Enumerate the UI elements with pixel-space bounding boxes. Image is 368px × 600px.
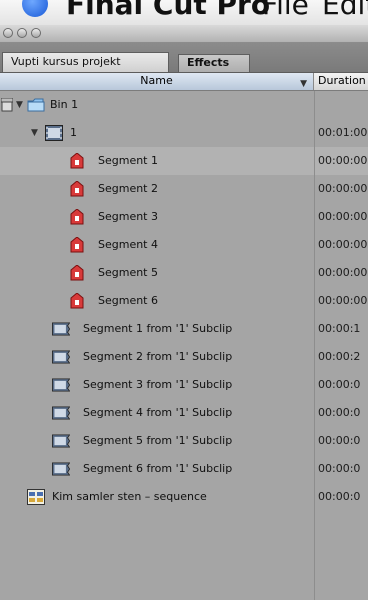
list-item-subclip[interactable]: Segment 1 from '1' Subclip 00:00:1 — [0, 315, 368, 343]
list-item-subclip[interactable]: Segment 3 from '1' Subclip 00:00:0 — [0, 371, 368, 399]
list-item-marker[interactable]: Segment 5 00:00:00 — [0, 259, 368, 287]
subclip-icon — [52, 322, 70, 336]
item-duration: 00:00:00 — [318, 182, 368, 195]
minimize-window-button[interactable] — [17, 28, 27, 38]
item-label: Bin 1 — [50, 98, 79, 111]
tab-effects[interactable]: Effects — [178, 54, 250, 72]
subclip-icon — [52, 434, 70, 448]
duration-column-header[interactable]: Duration — [318, 73, 366, 89]
folder-icon — [27, 98, 45, 112]
item-label: Segment 3 from '1' Subclip — [83, 378, 233, 391]
sort-descending-icon: ▼ — [300, 79, 307, 89]
marker-icon — [70, 153, 84, 169]
item-duration: 00:00:00 — [318, 294, 368, 307]
list-item-marker[interactable]: Segment 2 00:00:00 — [0, 175, 368, 203]
item-label: Segment 6 from '1' Subclip — [83, 462, 233, 475]
column-header-row: Name ▼ Duration — [0, 73, 368, 91]
close-window-button[interactable] — [3, 28, 13, 38]
item-label: Segment 2 from '1' Subclip — [83, 350, 233, 363]
item-label: Segment 5 from '1' Subclip — [83, 434, 233, 447]
list-item-bin[interactable]: ▼ Bin 1 — [0, 91, 368, 119]
name-column-header[interactable]: Name ▼ — [0, 73, 314, 90]
item-label: 1 — [70, 126, 77, 139]
list-item-subclip[interactable]: Segment 5 from '1' Subclip 00:00:0 — [0, 427, 368, 455]
item-duration: 00:00:2 — [318, 350, 361, 363]
disclosure-triangle-open-icon[interactable]: ▼ — [31, 119, 38, 147]
item-label: Kim samler sten – sequence — [52, 490, 207, 503]
bin-open-icon — [1, 98, 13, 112]
list-item-subclip[interactable]: Segment 6 from '1' Subclip 00:00:0 — [0, 455, 368, 483]
item-label: Segment 4 — [98, 238, 158, 251]
list-item-clip[interactable]: ▼ 1 00:01:00 — [0, 119, 368, 147]
item-label: Segment 6 — [98, 294, 158, 307]
name-column-label: Name — [140, 74, 173, 87]
item-duration: 00:00:0 — [318, 406, 361, 419]
item-duration: 00:00:00 — [318, 238, 368, 251]
item-label: Segment 1 from '1' Subclip — [83, 322, 233, 335]
list-item-subclip[interactable]: Segment 4 from '1' Subclip 00:00:0 — [0, 399, 368, 427]
list-item-marker[interactable]: Segment 6 00:00:00 — [0, 287, 368, 315]
item-duration: 00:00:0 — [318, 378, 361, 391]
window-titlebar — [0, 25, 368, 43]
marker-icon — [70, 181, 84, 197]
list-item-marker[interactable]: Segment 3 00:00:00 — [0, 203, 368, 231]
item-label: Segment 4 from '1' Subclip — [83, 406, 233, 419]
item-label: Segment 1 — [98, 154, 158, 167]
zoom-window-button[interactable] — [31, 28, 41, 38]
marker-icon — [70, 265, 84, 281]
marker-icon — [70, 237, 84, 253]
item-duration: 00:00:1 — [318, 322, 361, 335]
subclip-icon — [52, 462, 70, 476]
browser-tab-strip: Vupti kursus projekt Effects — [0, 43, 368, 73]
edit-menu[interactable]: Edit — [322, 0, 368, 21]
marker-icon — [70, 209, 84, 225]
subclip-icon — [52, 378, 70, 392]
browser-item-list: ▼ Bin 1 ▼ 1 00:01:00 Segment 1 00:00:00 … — [0, 91, 368, 600]
item-duration: 00:01:00 — [318, 126, 368, 139]
tab-project[interactable]: Vupti kursus projekt — [2, 52, 169, 72]
item-duration: 00:00:0 — [318, 490, 361, 503]
item-label: Segment 5 — [98, 266, 158, 279]
list-item-marker[interactable]: Segment 4 00:00:00 — [0, 231, 368, 259]
item-duration: 00:00:0 — [318, 434, 361, 447]
item-label: Segment 3 — [98, 210, 158, 223]
item-duration: 00:00:00 — [318, 266, 368, 279]
file-menu[interactable]: File — [262, 0, 309, 21]
subclip-icon — [52, 350, 70, 364]
apple-menu-icon[interactable] — [22, 0, 48, 17]
disclosure-triangle-open-icon[interactable]: ▼ — [16, 91, 23, 119]
sequence-icon — [27, 489, 45, 505]
item-duration: 00:00:00 — [318, 210, 368, 223]
list-item-sequence[interactable]: Kim samler sten – sequence 00:00:0 — [0, 483, 368, 511]
marker-icon — [70, 293, 84, 309]
clip-icon — [45, 125, 63, 141]
menubar: Final Cut Pro File Edit — [0, 0, 368, 26]
list-item-marker[interactable]: Segment 1 00:00:00 — [0, 147, 368, 175]
app-menu[interactable]: Final Cut Pro — [66, 0, 270, 21]
subclip-icon — [52, 406, 70, 420]
item-duration: 00:00:0 — [318, 462, 361, 475]
item-duration: 00:00:00 — [318, 154, 368, 167]
list-item-subclip[interactable]: Segment 2 from '1' Subclip 00:00:2 — [0, 343, 368, 371]
item-label: Segment 2 — [98, 182, 158, 195]
